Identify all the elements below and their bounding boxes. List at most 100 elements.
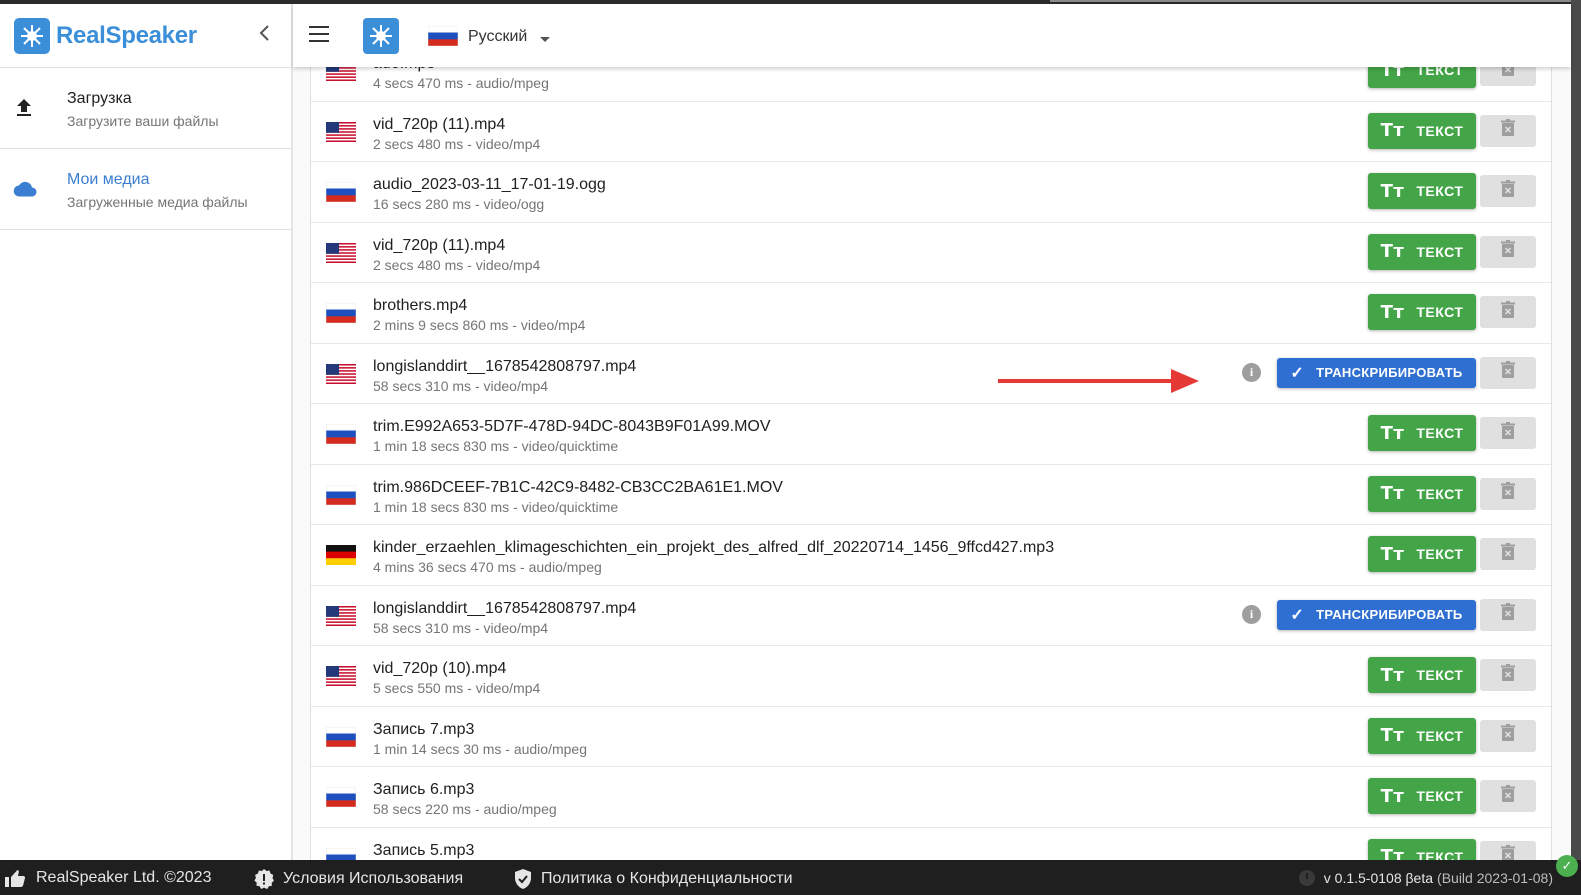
file-name[interactable]: Запись 6.mp3: [373, 781, 474, 799]
media-row: audio_2023-03-11_17-01-19.ogg 16 secs 280…: [311, 162, 1551, 223]
trash-icon: [1500, 361, 1516, 384]
file-name[interactable]: audio_2023-03-11_17-01-19.ogg: [373, 176, 606, 194]
build-label: (Build 2023-01-08): [1437, 870, 1553, 886]
file-name[interactable]: longislanddirt__1678542808797.mp4: [373, 600, 636, 618]
delete-button[interactable]: [1480, 659, 1536, 691]
text-button[interactable]: Tт ТЕКСТ: [1368, 294, 1476, 330]
russia-flag-icon: [325, 423, 357, 445]
media-row: longislanddirt__1678542808797.mp4 58 secs…: [311, 586, 1551, 646]
sidebar: RealSpeaker Загрузка Загрузите ваши файл…: [0, 4, 293, 860]
media-row: kinder_erzaehlen_klimageschichten_ein_pr…: [311, 525, 1551, 586]
annotation-arrow-icon: [998, 369, 1199, 393]
terms-link[interactable]: Условия Использования: [253, 868, 463, 890]
text-button[interactable]: Tт ТЕКСТ: [1368, 112, 1476, 149]
privacy-link[interactable]: Политика о Конфиденциальности: [513, 868, 793, 890]
file-meta: 4 secs 470 ms - audio/mpeg: [373, 75, 549, 91]
text-format-icon: Tт: [1380, 241, 1405, 262]
file-name[interactable]: Запись 5.mp3: [373, 842, 474, 860]
trash-icon: [1500, 724, 1516, 747]
media-list: ade.mp34 secs 470 ms - audio/mpegTтТЕКСТ…: [310, 41, 1552, 888]
file-meta: 58 secs 310 ms - video/mp4: [373, 377, 549, 394]
delete-button[interactable]: [1480, 598, 1536, 631]
trash-icon: [1500, 119, 1516, 142]
media-row: brothers.mp4 2 mins 9 secs 860 ms - video…: [311, 283, 1551, 344]
text-button[interactable]: Tт ТЕКСТ: [1368, 475, 1476, 512]
file-meta: 2 secs 480 ms - video/mp4: [373, 256, 541, 273]
usa-flag-icon: [326, 666, 356, 686]
delete-button[interactable]: [1480, 780, 1536, 812]
chevron-down-icon[interactable]: [540, 37, 550, 42]
delete-button[interactable]: [1480, 477, 1536, 510]
delete-button[interactable]: [1480, 114, 1536, 147]
file-meta: 2 mins 9 secs 860 ms - video/mp4: [373, 317, 586, 333]
version-info: v 0.1.5-0108 βeta (Build 2023-01-08): [1298, 869, 1553, 887]
text-button-label: ТЕКСТ: [1416, 727, 1464, 744]
file-name[interactable]: brothers.mp4: [373, 297, 467, 315]
check-icon: ✓: [1290, 364, 1305, 382]
shield-check-icon: [515, 869, 531, 889]
text-button[interactable]: Tт ТЕКСТ: [1368, 173, 1476, 209]
delete-button[interactable]: [1480, 175, 1536, 207]
gear-warning-icon: [254, 869, 274, 890]
text-format-icon: Tт: [1380, 483, 1405, 504]
transcribe-button[interactable]: ✓ ТРАНСКРИБИРОВАТЬ: [1277, 599, 1476, 630]
sidebar-item-my-media[interactable]: Мои медиа Загруженные медиа файлы: [0, 149, 291, 230]
germany-flag-icon: [326, 545, 356, 565]
text-button[interactable]: Tт ТЕКСТ: [1368, 717, 1476, 754]
file-name[interactable]: longislanddirt__1678542808797.mp4: [373, 358, 636, 376]
text-button[interactable]: Tт ТЕКСТ: [1368, 233, 1476, 270]
trash-icon: [1500, 421, 1516, 445]
text-button-label: ТЕКСТ: [1416, 667, 1464, 683]
text-format-icon: Tт: [1380, 543, 1405, 565]
file-name[interactable]: kinder_erzaehlen_klimageschichten_ein_pr…: [373, 539, 1054, 557]
text-button[interactable]: Tт ТЕКСТ: [1368, 657, 1476, 693]
top-app-bar: Русский: [293, 4, 1571, 67]
russia-flag-icon: [325, 181, 357, 203]
collapse-sidebar-icon[interactable]: [258, 24, 278, 48]
thumbs-up-icon: [5, 870, 26, 887]
sidebar-item-sublabel: Загруженные медиа файлы: [67, 194, 248, 210]
file-name[interactable]: vid_720p (10).mp4: [373, 660, 506, 678]
media-row: Запись 7.mp3 1 min 14 secs 30 ms - audio/…: [311, 707, 1551, 767]
info-icon[interactable]: i: [1242, 362, 1261, 382]
file-name[interactable]: Запись 7.mp3: [373, 721, 474, 739]
right-edge: [1571, 0, 1581, 860]
text-button[interactable]: Tт ТЕКСТ: [1368, 415, 1476, 451]
file-name[interactable]: trim.E992A653-5D7F-478D-94DC-8043B9F01A9…: [373, 418, 771, 436]
text-button-label: ТЕКСТ: [1416, 304, 1464, 320]
russia-flag-icon: [325, 302, 357, 324]
terms-label: Условия Использования: [283, 870, 464, 887]
upload-icon: [12, 96, 36, 120]
russia-flag-icon[interactable]: [427, 25, 459, 51]
text-button[interactable]: Tт ТЕКСТ: [1368, 536, 1476, 572]
language-select[interactable]: Русский: [468, 28, 527, 46]
file-meta: 5 secs 550 ms - video/mp4: [373, 680, 541, 696]
transcribe-button[interactable]: ✓ ТРАНСКРИБИРОВАТЬ: [1277, 357, 1476, 388]
text-button-label: ТЕКСТ: [1416, 425, 1464, 441]
delete-button[interactable]: [1480, 538, 1536, 570]
text-button[interactable]: Tт ТЕКСТ: [1368, 778, 1476, 814]
check-icon: ✓: [1290, 606, 1305, 624]
trash-icon: [1500, 542, 1516, 566]
menu-icon[interactable]: [309, 26, 329, 42]
delete-button[interactable]: [1480, 296, 1536, 328]
delete-button[interactable]: [1480, 356, 1536, 389]
text-format-icon: Tт: [1380, 180, 1405, 202]
usa-flag-icon: [326, 605, 356, 626]
trash-icon: [1500, 603, 1516, 626]
delete-button[interactable]: [1480, 235, 1536, 268]
sidebar-item-upload[interactable]: Загрузка Загрузите ваши файлы: [0, 68, 291, 149]
transcribe-button-label: ТРАНСКРИБИРОВАТЬ: [1316, 607, 1463, 622]
media-row: Запись 6.mp3 58 secs 220 ms - audio/mpeg T…: [311, 767, 1551, 828]
usa-flag-icon: [326, 242, 356, 263]
file-name[interactable]: vid_720p (11).mp4: [373, 237, 505, 255]
usa-flag-icon: [326, 121, 356, 142]
file-name[interactable]: vid_720p (11).mp4: [373, 116, 505, 134]
delete-button[interactable]: [1480, 719, 1536, 752]
delete-button[interactable]: [1480, 417, 1536, 449]
file-name[interactable]: trim.986DCEEF-7B1C-42C9-8482-CB3CC2BA61E…: [373, 479, 783, 497]
media-row: vid_720p (11).mp4 2 secs 480 ms - video/m…: [311, 223, 1551, 283]
version-label: v 0.1.5-0108 βeta: [1323, 870, 1434, 886]
info-icon[interactable]: i: [1242, 604, 1261, 624]
usa-flag-icon: [326, 363, 356, 384]
